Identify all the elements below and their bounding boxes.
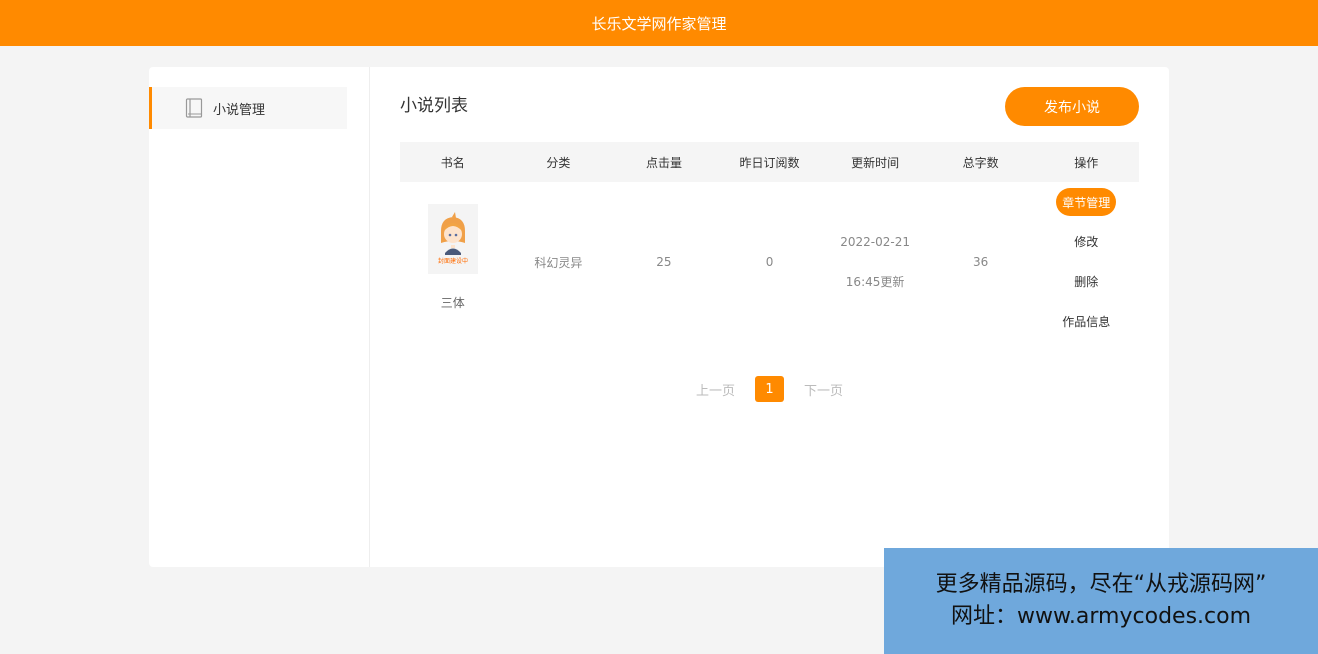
watermark-banner: 更多精品源码，尽在“从戎源码网” 网址：www.armycodes.com (884, 548, 1318, 654)
sidebar-item-label: 小说管理 (213, 102, 266, 118)
column-header-actions: 操作 (1074, 155, 1099, 170)
pagination: 上一页 1 下一页 (400, 375, 1139, 403)
table-header: 书名 分类 点击量 昨日订阅数 更新时间 总字数 操作 (400, 142, 1139, 182)
update-time: 16:45更新 (845, 275, 905, 289)
actions-cell: 章节管理 修改 删除 作品信息 (1033, 182, 1139, 342)
work-info-link[interactable]: 作品信息 (1062, 308, 1110, 336)
column-header-yesterday-subs: 昨日订阅数 (739, 155, 800, 170)
main-area: 小说列表 发布小说 书名 分类 点击量 昨日订阅数 更新时间 总字数 操作 封面… (400, 67, 1139, 567)
column-header-update-time: 更新时间 (851, 155, 900, 170)
app-title: 长乐文学网作家管理 (591, 14, 727, 33)
watermark-line-1: 更多精品源码，尽在“从戎源码网” (935, 572, 1267, 597)
content-panel: 小说管理 小说列表 发布小说 书名 分类 点击量 昨日订阅数 更新时间 总字数 … (149, 67, 1169, 567)
book-name[interactable]: 三体 (441, 294, 465, 311)
next-page-link[interactable]: 下一页 (804, 380, 843, 399)
book-cell: 封面建设中 三体 (400, 182, 506, 342)
edit-link[interactable]: 修改 (1074, 228, 1098, 256)
watermark-line-2: 网址：www.armycodes.com (950, 604, 1252, 629)
cover-caption: 封面建设中 (438, 257, 468, 265)
update-date: 2022-02-21 (840, 235, 910, 249)
page-number-current[interactable]: 1 (755, 376, 784, 402)
sidebar: 小说管理 (149, 67, 370, 567)
table-row: 封面建设中 三体 科幻灵异 25 0 2022-02-21 16:45更新 36… (400, 182, 1139, 342)
book-icon (185, 98, 203, 118)
category-cell: 科幻灵异 (534, 255, 583, 270)
publish-novel-button[interactable]: 发布小说 (1005, 87, 1139, 126)
column-header-word-count: 总字数 (962, 155, 999, 170)
chapter-manage-button[interactable]: 章节管理 (1056, 188, 1117, 216)
prev-page-link[interactable]: 上一页 (696, 380, 735, 399)
update-time-cell: 2022-02-21 16:45更新 (822, 182, 928, 342)
book-cover[interactable]: 封面建设中 (427, 203, 478, 274)
clicks-cell: 25 (656, 255, 672, 269)
page-title: 小说列表 (400, 96, 468, 116)
word-count-cell: 36 (973, 255, 989, 269)
column-header-clicks: 点击量 (645, 155, 682, 170)
sidebar-item-novel-manage[interactable]: 小说管理 (149, 87, 347, 129)
yesterday-subs-cell: 0 (765, 255, 774, 269)
column-header-category: 分类 (546, 155, 571, 170)
column-header-name: 书名 (440, 155, 465, 170)
top-header: 长乐文学网作家管理 (0, 0, 1318, 46)
delete-link[interactable]: 删除 (1074, 268, 1098, 296)
